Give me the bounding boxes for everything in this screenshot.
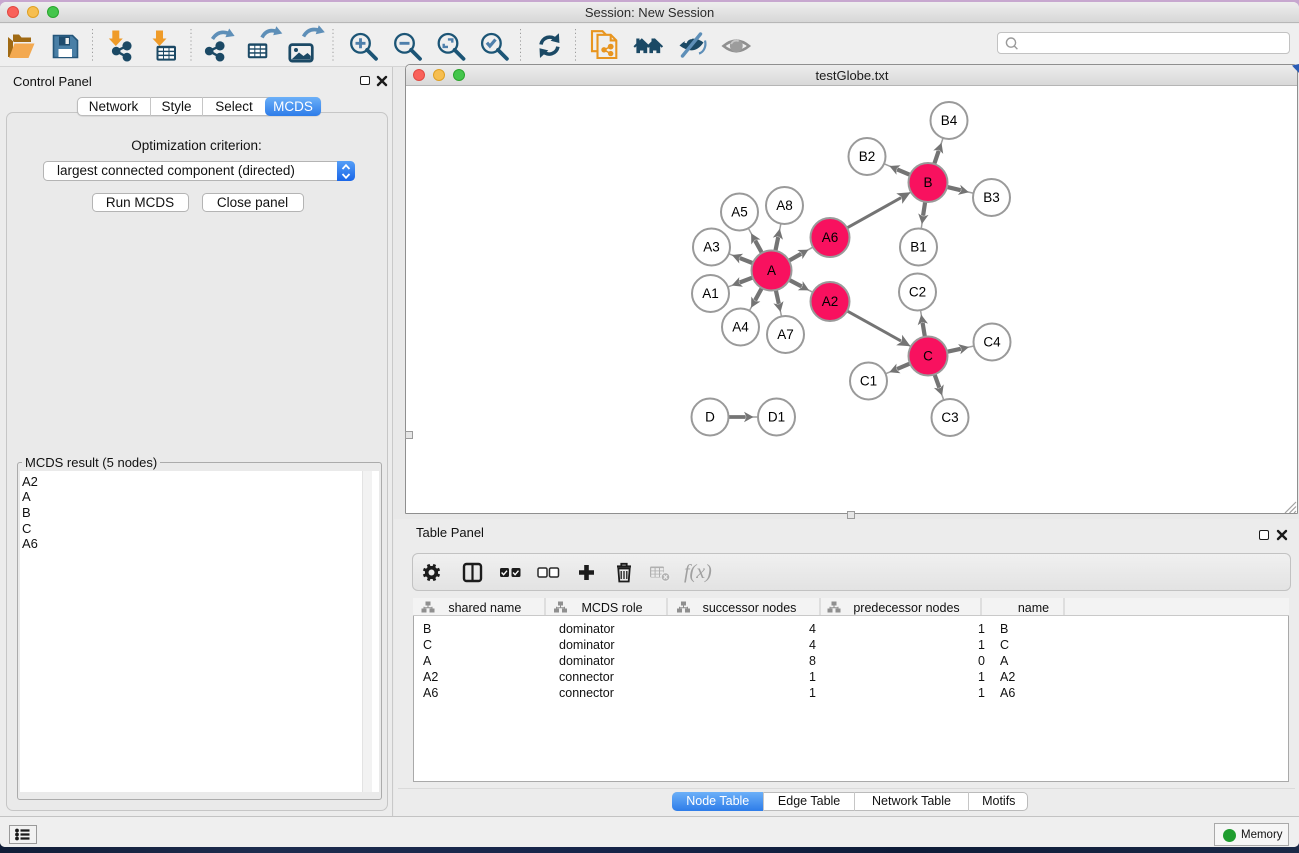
svg-text:A1: A1 bbox=[702, 286, 719, 301]
svg-text:B2: B2 bbox=[858, 149, 875, 164]
svg-text:D: D bbox=[705, 410, 715, 425]
svg-text:D1: D1 bbox=[767, 410, 784, 425]
svg-text:C4: C4 bbox=[983, 335, 1001, 350]
svg-text:C2: C2 bbox=[908, 285, 925, 300]
svg-text:A: A bbox=[766, 263, 775, 278]
svg-text:C: C bbox=[923, 349, 933, 364]
svg-text:C3: C3 bbox=[941, 410, 958, 425]
svg-text:A3: A3 bbox=[703, 240, 720, 255]
svg-text:A4: A4 bbox=[732, 320, 749, 335]
svg-text:A8: A8 bbox=[776, 198, 793, 213]
svg-text:A6: A6 bbox=[821, 230, 838, 245]
svg-text:B4: B4 bbox=[940, 113, 957, 128]
svg-text:C1: C1 bbox=[859, 374, 876, 389]
svg-text:A5: A5 bbox=[731, 205, 748, 220]
svg-text:A7: A7 bbox=[777, 327, 794, 342]
svg-text:B3: B3 bbox=[983, 190, 1000, 205]
svg-text:A2: A2 bbox=[821, 294, 838, 309]
svg-text:B1: B1 bbox=[910, 240, 927, 255]
svg-text:B: B bbox=[923, 175, 932, 190]
